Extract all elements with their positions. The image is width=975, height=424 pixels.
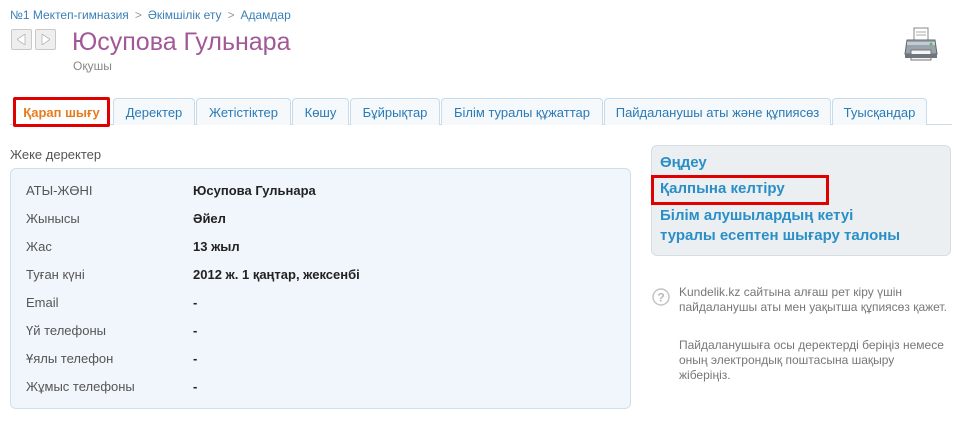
tab-education-documents[interactable]: Білім туралы құжаттар (441, 98, 603, 125)
record-navigation (11, 29, 56, 50)
deregister-slip-link-line2[interactable]: туралы есептен шығару талоны (660, 227, 900, 244)
page-title: Юсупова Гульнара (72, 28, 291, 56)
tab-achievements[interactable]: Жетістіктер (196, 98, 291, 125)
personal-info-panel: АТЫ-ЖӨНІ Юсупова Гульнара Жынысы Әйел Жа… (10, 168, 631, 409)
info-label: Email (26, 295, 59, 310)
next-button[interactable] (35, 29, 56, 50)
tab-data[interactable]: Деректер (113, 98, 195, 125)
info-label: АТЫ-ЖӨНІ (26, 183, 93, 198)
breadcrumb-separator: > (134, 8, 142, 22)
info-value: Юсупова Гульнара (193, 183, 316, 198)
info-label: Үй телефоны (26, 323, 106, 338)
tab-overview[interactable]: Қарап шығу (13, 97, 110, 127)
help-text-invite: Пайдаланушыға осы деректерді беріңіз нем… (679, 338, 944, 382)
info-value: - (193, 295, 198, 310)
edit-link[interactable]: Өңдеу (660, 154, 707, 171)
tab-transfer[interactable]: Көшу (292, 98, 349, 125)
svg-text:?: ? (657, 291, 664, 305)
tab-bar: Қарап шығу Деректер Жетістіктер Көшу Бұй… (10, 97, 952, 127)
info-label: Жынысы (26, 211, 80, 226)
info-value: - (193, 323, 198, 338)
info-value: 2012 ж. 1 қаңтар, жексенбі (193, 267, 360, 282)
section-title-personal: Жеке деректер (10, 147, 102, 162)
breadcrumb-item-people[interactable]: Адамдар (241, 8, 291, 22)
help-text-first-login: Kundelik.kz сайтына алғаш рет кіру үшін … (679, 285, 947, 314)
page-subtitle: Оқушы (73, 59, 112, 73)
tab-username-password[interactable]: Пайдаланушы аты және құпиясөз (604, 98, 831, 125)
info-label: Ұялы телефон (26, 351, 114, 366)
breadcrumb-item-school[interactable]: №1 Мектеп-гимназия (10, 8, 129, 22)
deregister-slip-link[interactable]: Білім алушылардың кетуі (660, 207, 853, 224)
tab-relatives[interactable]: Туысқандар (832, 98, 927, 125)
help-icon: ? (652, 288, 670, 306)
printer-icon[interactable] (904, 26, 938, 62)
info-label: Жұмыс телефоны (26, 379, 135, 394)
arrow-right-icon (41, 34, 50, 45)
tab-orders[interactable]: Бұйрықтар (350, 98, 440, 125)
info-value: - (193, 379, 198, 394)
info-value: 13 жыл (193, 239, 240, 254)
restore-highlight-frame (651, 175, 829, 205)
info-label: Жас (26, 239, 52, 254)
info-label: Туған күні (26, 267, 85, 282)
info-value: Әйел (193, 211, 226, 226)
breadcrumb-separator: > (227, 8, 235, 22)
arrow-left-icon (17, 34, 26, 45)
breadcrumb-item-administration[interactable]: Әкімшілік ету (148, 8, 222, 22)
previous-button[interactable] (11, 29, 32, 50)
info-value: - (193, 351, 198, 366)
breadcrumb: №1 Мектеп-гимназия > Әкімшілік ету > Адамдар (10, 8, 291, 22)
